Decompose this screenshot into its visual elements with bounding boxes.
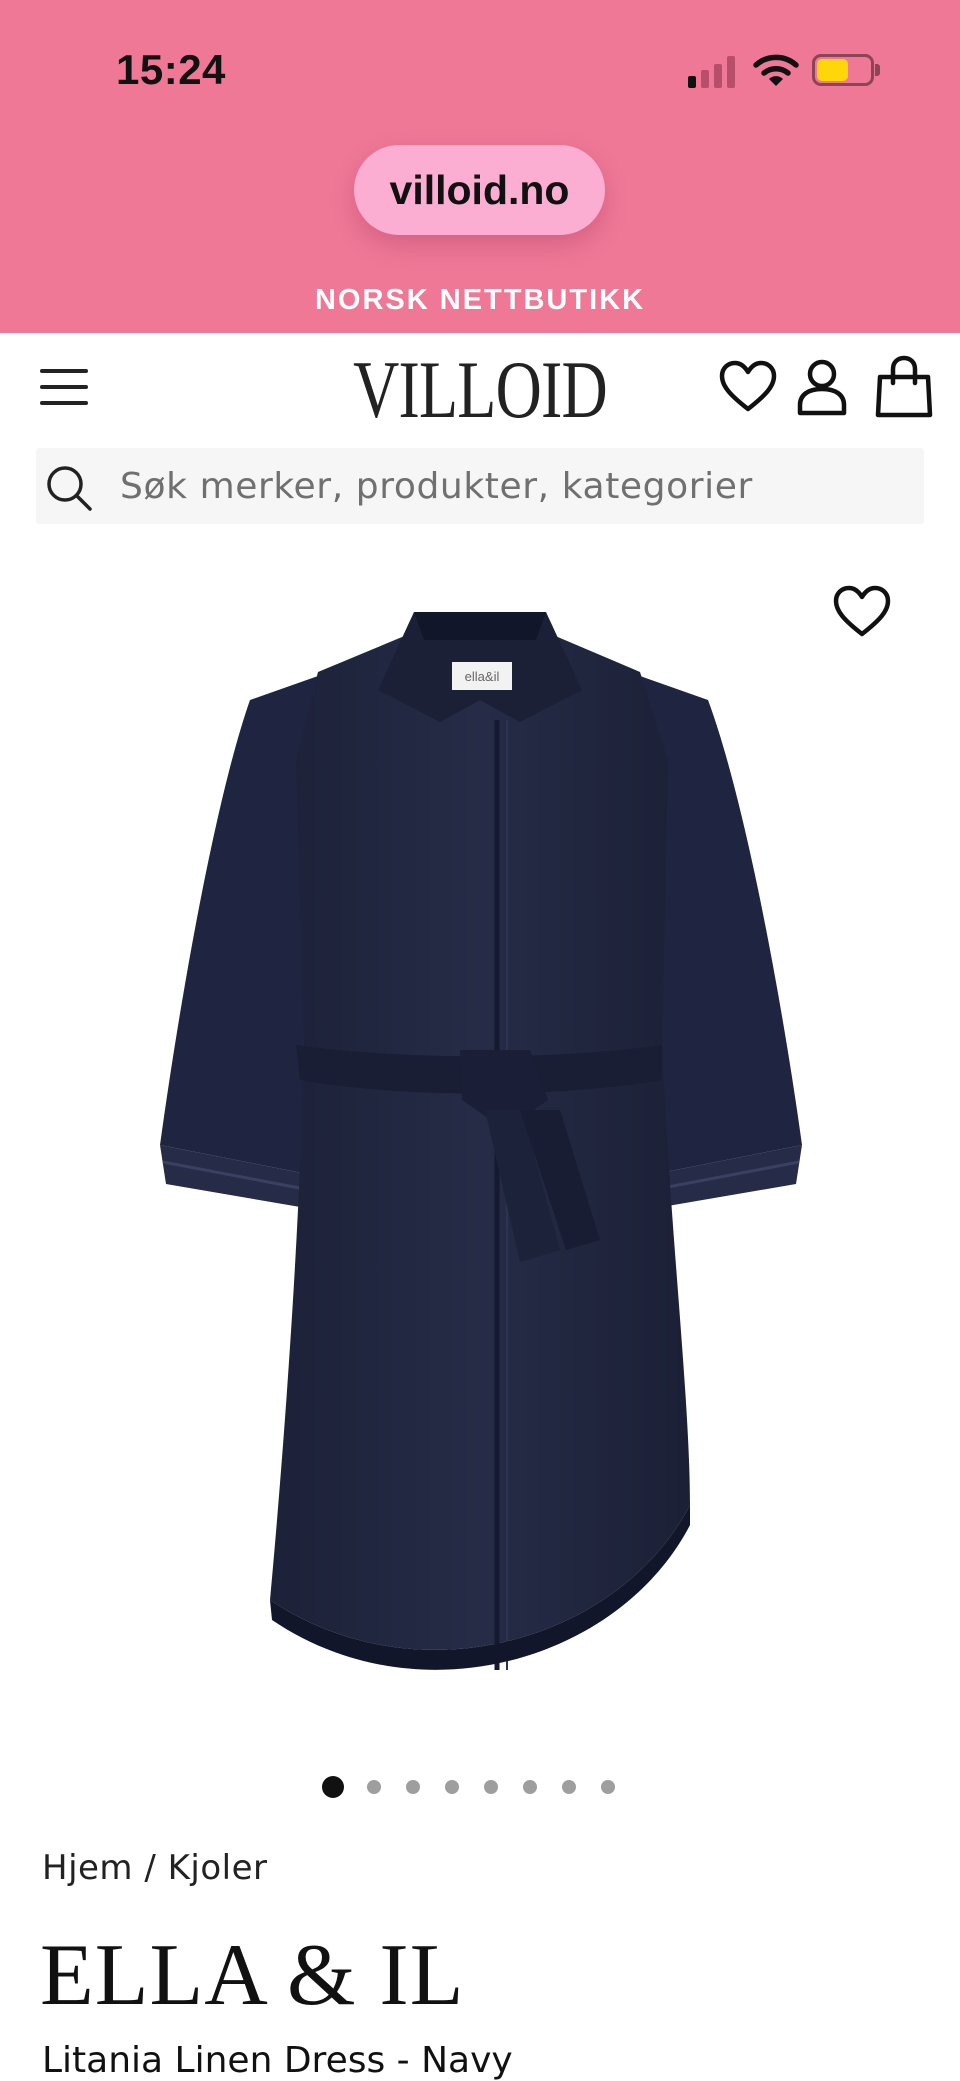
address-bar[interactable]: villoid.no <box>354 145 605 235</box>
cellular-signal-icon <box>688 56 736 88</box>
product-image[interactable]: ella&il <box>0 560 960 1730</box>
breadcrumb[interactable]: Hjem / Kjoler <box>42 1848 268 1888</box>
gallery-dot[interactable] <box>445 1780 459 1794</box>
promo-banner: NORSK NETTBUTIKK <box>314 284 646 316</box>
heart-icon[interactable] <box>716 355 780 419</box>
svg-text:ella&il: ella&il <box>465 669 500 684</box>
gallery-dot[interactable] <box>322 1776 344 1798</box>
favorite-heart-icon[interactable] <box>830 580 894 640</box>
site-header: VILLOID <box>0 333 960 443</box>
gallery-pagination <box>0 1776 960 1800</box>
gallery-dot[interactable] <box>484 1780 498 1794</box>
account-icon[interactable] <box>790 355 854 419</box>
gallery-dot[interactable] <box>523 1780 537 1794</box>
search-input[interactable] <box>120 448 910 524</box>
product-title: Litania Linen Dress - Navy <box>42 2040 513 2081</box>
product-brand[interactable]: ELLA & IL <box>40 1925 464 2026</box>
shopping-bag-icon[interactable] <box>872 355 936 419</box>
battery-icon <box>812 54 880 86</box>
search-icon[interactable] <box>42 461 96 515</box>
status-time: 15:24 <box>116 46 226 93</box>
gallery-dot[interactable] <box>367 1780 381 1794</box>
menu-icon[interactable] <box>40 365 92 411</box>
gallery-dot[interactable] <box>601 1780 615 1794</box>
wifi-icon <box>753 54 799 86</box>
gallery-dot[interactable] <box>406 1780 420 1794</box>
search-bar <box>36 448 924 524</box>
gallery-dot[interactable] <box>562 1780 576 1794</box>
